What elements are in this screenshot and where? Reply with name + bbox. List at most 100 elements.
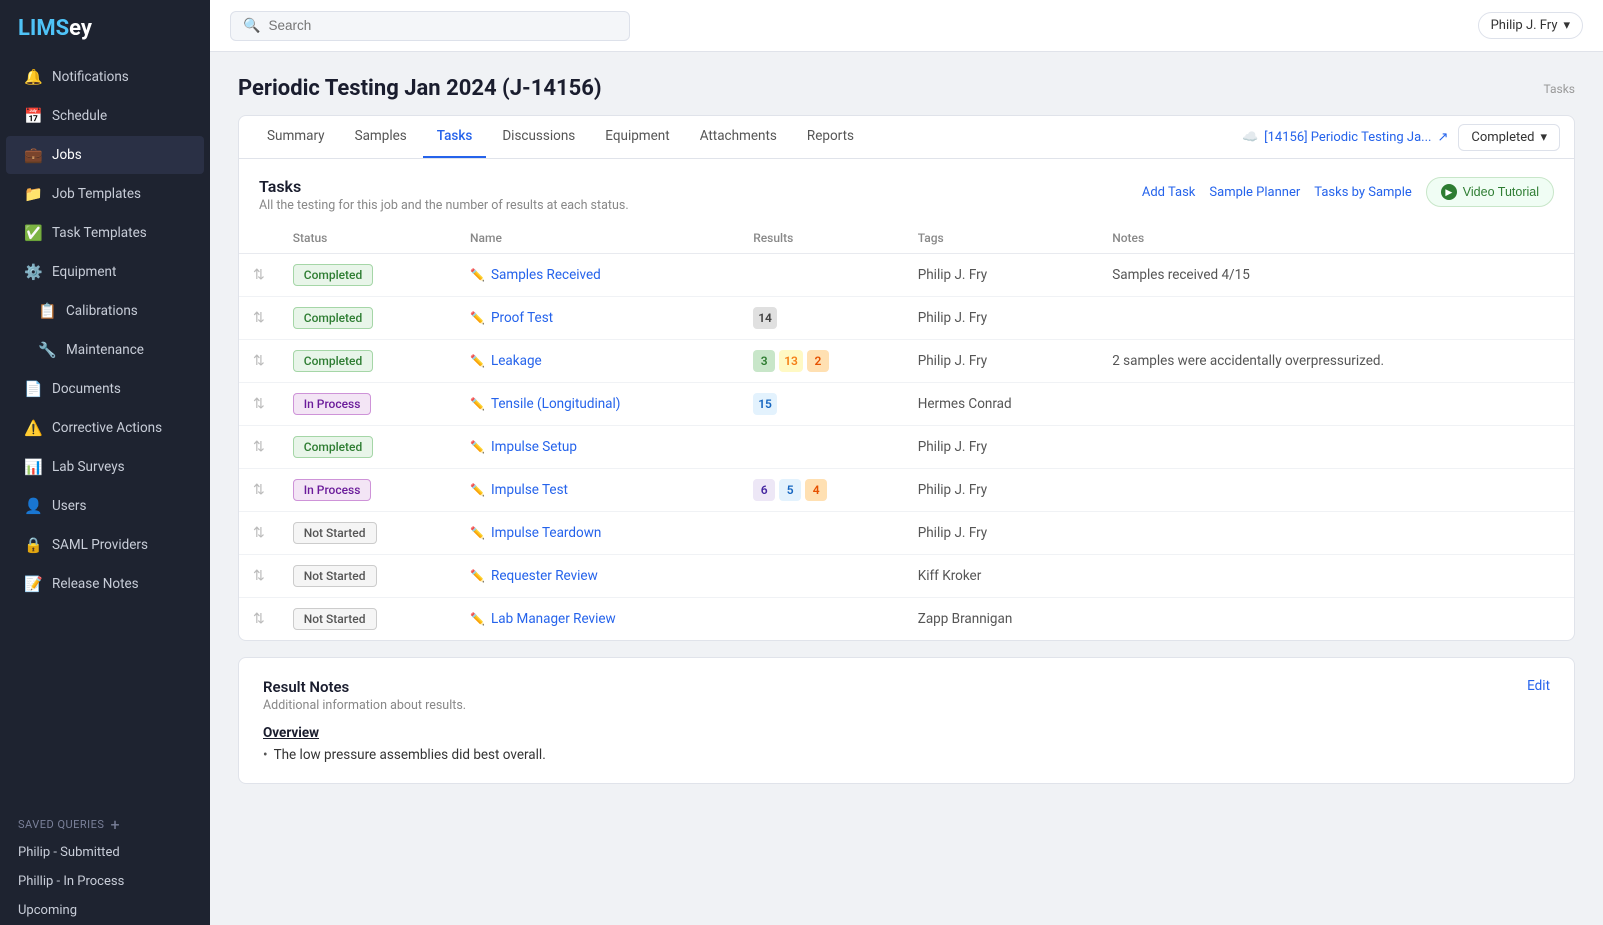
video-tutorial-button[interactable]: ▶ Video Tutorial xyxy=(1426,177,1554,207)
users-icon: 👤 xyxy=(24,497,42,515)
task-name: Requester Review xyxy=(491,568,598,584)
page-header-right: Tasks xyxy=(1544,82,1576,96)
drag-handle[interactable]: ⇅ xyxy=(253,353,265,369)
result-badge: 4 xyxy=(805,479,827,501)
table-row: ⇅Not Started✏️Lab Manager ReviewZapp Bra… xyxy=(239,598,1574,641)
tasks-by-sample-link[interactable]: Tasks by Sample xyxy=(1314,185,1412,200)
sample-planner-link[interactable]: Sample Planner xyxy=(1209,185,1300,200)
status-badge: In Process xyxy=(293,393,372,415)
add-saved-query-button[interactable]: + xyxy=(110,815,120,834)
sidebar-item-saml-providers[interactable]: 🔒SAML Providers xyxy=(6,526,204,564)
topbar: 🔍 Philip J. Fry ▾ xyxy=(210,0,1603,52)
sidebar-item-notifications[interactable]: 🔔Notifications xyxy=(6,58,204,96)
status-badge: Completed xyxy=(293,350,374,372)
sidebar-item-lab-surveys[interactable]: 📊Lab Surveys xyxy=(6,448,204,486)
overview-title: Overview xyxy=(263,725,1550,741)
sidebar-item-equipment[interactable]: ⚙️Equipment xyxy=(6,253,204,291)
saved-query-upcoming[interactable]: Upcoming xyxy=(0,896,210,925)
table-row: ⇅In Process✏️Impulse Test654Philip J. Fr… xyxy=(239,469,1574,512)
drag-handle[interactable]: ⇅ xyxy=(253,525,265,541)
drag-handle[interactable]: ⇅ xyxy=(253,310,265,326)
search-wrap[interactable]: 🔍 xyxy=(230,11,630,41)
sidebar-item-release-notes[interactable]: 📝Release Notes xyxy=(6,565,204,603)
sidebar-item-documents[interactable]: 📄Documents xyxy=(6,370,204,408)
result-badge: 3 xyxy=(753,350,775,372)
edit-icon: ✏️ xyxy=(470,440,485,454)
saved-query-philip-submitted[interactable]: Philip - Submitted xyxy=(0,838,210,867)
edit-icon: ✏️ xyxy=(470,612,485,626)
sidebar: LIMSey 🔔Notifications📅Schedule💼Jobs📁Job … xyxy=(0,0,210,925)
overview-item-text: The low pressure assemblies did best ove… xyxy=(274,747,546,763)
task-link[interactable]: ✏️Impulse Test xyxy=(470,482,725,498)
result-notes-edit-link[interactable]: Edit xyxy=(1527,678,1550,694)
status-dropdown[interactable]: Completed ▾ xyxy=(1458,124,1560,151)
user-pill[interactable]: Philip J. Fry ▾ xyxy=(1478,12,1583,39)
sidebar-item-job-templates[interactable]: 📁Job Templates xyxy=(6,175,204,213)
task-notes xyxy=(1098,512,1574,555)
result-badge: 13 xyxy=(779,350,803,372)
saved-query-phillip-in-process[interactable]: Phillip - In Process xyxy=(0,867,210,896)
table-row: ⇅Completed✏️Impulse SetupPhilip J. Fry xyxy=(239,426,1574,469)
tab-samples[interactable]: Samples xyxy=(341,116,421,158)
task-notes xyxy=(1098,383,1574,426)
tab-discussions[interactable]: Discussions xyxy=(488,116,589,158)
result-badges: 14 xyxy=(753,307,890,329)
result-badge: 15 xyxy=(753,393,777,415)
drag-handle[interactable]: ⇅ xyxy=(253,396,265,412)
table-row: ⇅Completed✏️Samples ReceivedPhilip J. Fr… xyxy=(239,254,1574,297)
sidebar-item-label-documents: Documents xyxy=(52,381,121,397)
sidebar-item-label-saml-providers: SAML Providers xyxy=(52,537,148,553)
sidebar-item-calibrations[interactable]: 📋Calibrations xyxy=(6,292,204,330)
sidebar-item-users[interactable]: 👤 Users xyxy=(6,487,204,525)
result-badge: 6 xyxy=(753,479,775,501)
status-dropdown-label: Completed xyxy=(1471,130,1534,145)
maintenance-icon: 🔧 xyxy=(38,341,56,359)
sidebar-item-corrective-actions[interactable]: ⚠️Corrective Actions xyxy=(6,409,204,447)
task-link[interactable]: ✏️Impulse Setup xyxy=(470,439,725,455)
sidebar-item-label-maintenance: Maintenance xyxy=(66,342,144,358)
tab-reports[interactable]: Reports xyxy=(793,116,868,158)
task-tags: Philip J. Fry xyxy=(904,512,1098,555)
sidebar-item-label-corrective-actions: Corrective Actions xyxy=(52,420,162,436)
task-link[interactable]: ✏️Requester Review xyxy=(470,568,725,584)
sidebar-nav: 🔔Notifications📅Schedule💼Jobs📁Job Templat… xyxy=(0,57,210,801)
app-logo[interactable]: LIMSey xyxy=(0,0,210,57)
drag-handle[interactable]: ⇅ xyxy=(253,439,265,455)
tab-equipment[interactable]: Equipment xyxy=(591,116,683,158)
tasks-table: Status Name Results Tags Notes ⇅Complete… xyxy=(239,223,1574,640)
tab-summary[interactable]: Summary xyxy=(253,116,339,158)
task-notes xyxy=(1098,297,1574,340)
task-link[interactable]: ✏️Leakage xyxy=(470,353,725,369)
edit-icon: ✏️ xyxy=(470,397,485,411)
job-cloud-link[interactable]: ☁️ [14156] Periodic Testing Ja... ↗ xyxy=(1242,130,1448,145)
sidebar-item-jobs[interactable]: 💼Jobs xyxy=(6,136,204,174)
tasks-card-actions: Add Task Sample Planner Tasks by Sample … xyxy=(1142,177,1554,207)
add-task-link[interactable]: Add Task xyxy=(1142,185,1196,200)
drag-handle[interactable]: ⇅ xyxy=(253,267,265,283)
task-notes xyxy=(1098,598,1574,641)
task-link[interactable]: ✏️Proof Test xyxy=(470,310,725,326)
tasks-card-header-left: Tasks All the testing for this job and t… xyxy=(259,177,629,213)
sidebar-item-schedule[interactable]: 📅Schedule xyxy=(6,97,204,135)
sidebar-item-label-users: Users xyxy=(52,498,86,514)
task-link[interactable]: ✏️Lab Manager Review xyxy=(470,611,725,627)
table-row: ⇅Not Started✏️Requester ReviewKiff Kroke… xyxy=(239,555,1574,598)
task-link[interactable]: ✏️Samples Received xyxy=(470,267,725,283)
search-input[interactable] xyxy=(268,18,617,33)
task-notes: Samples received 4/15 xyxy=(1098,254,1574,297)
sidebar-item-label-release-notes: Release Notes xyxy=(52,576,139,592)
sidebar-item-label-calibrations: Calibrations xyxy=(66,303,138,319)
drag-handle[interactable]: ⇅ xyxy=(253,568,265,584)
drag-handle[interactable]: ⇅ xyxy=(253,611,265,627)
drag-handle[interactable]: ⇅ xyxy=(253,482,265,498)
task-link[interactable]: ✏️Tensile (Longitudinal) xyxy=(470,396,725,412)
status-badge: Completed xyxy=(293,307,374,329)
task-notes xyxy=(1098,469,1574,512)
task-link[interactable]: ✏️Impulse Teardown xyxy=(470,525,725,541)
sidebar-item-task-templates[interactable]: ✅Task Templates xyxy=(6,214,204,252)
table-row: ⇅Completed✏️Leakage3132Philip J. Fry2 sa… xyxy=(239,340,1574,383)
sidebar-item-maintenance[interactable]: 🔧 Maintenance xyxy=(6,331,204,369)
tab-attachments[interactable]: Attachments xyxy=(686,116,791,158)
edit-icon: ✏️ xyxy=(470,483,485,497)
tab-tasks[interactable]: Tasks xyxy=(423,116,487,158)
